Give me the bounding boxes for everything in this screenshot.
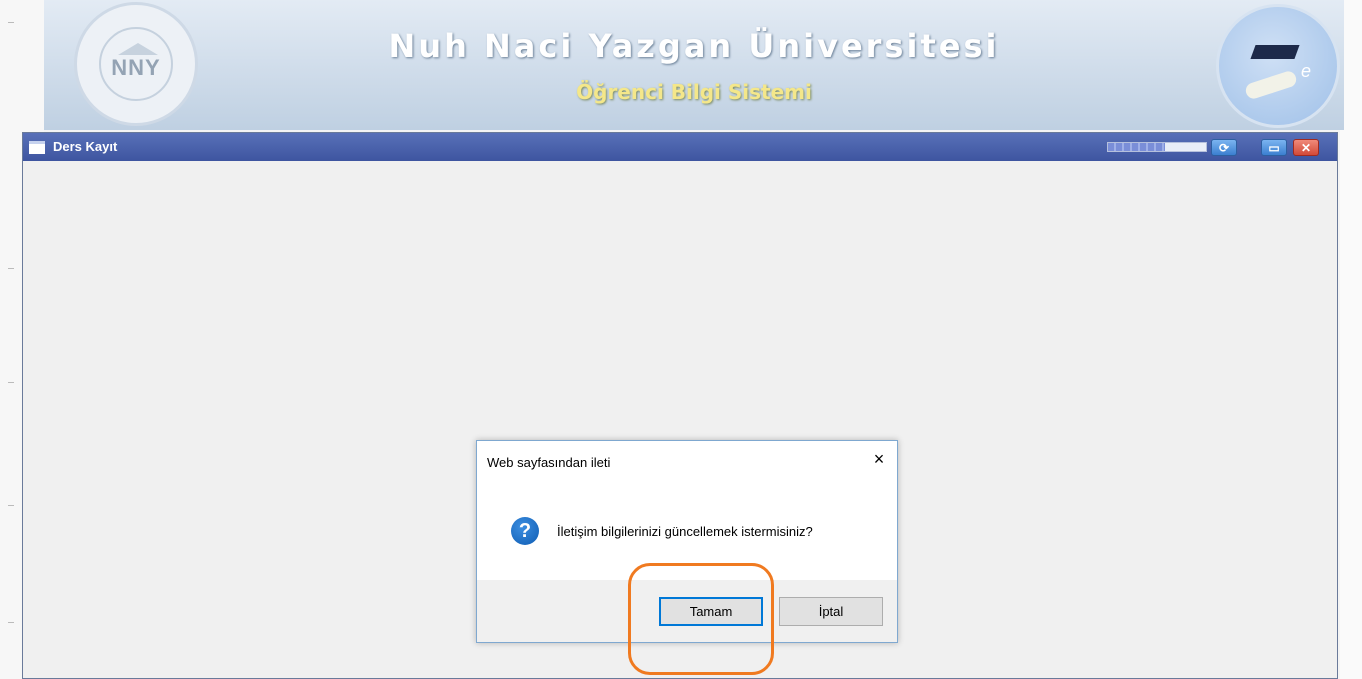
graduation-cap-icon [1250, 45, 1300, 59]
window-title: Ders Kayıt [53, 139, 118, 154]
page-title: Nuh Naci Yazgan Üniversitesi [388, 27, 1000, 65]
maximize-icon: ▭ [1268, 141, 1280, 155]
close-icon: ✕ [1300, 141, 1312, 155]
dialog-message: İletişim bilgilerinizi güncellemek ister… [557, 524, 813, 539]
dialog-title: Web sayfasından ileti [487, 455, 611, 470]
site-header: NNY Nuh Naci Yazgan Üniversitesi Öğrenci… [44, 0, 1344, 130]
maximize-button[interactable]: ▭ [1261, 139, 1287, 156]
e-learning-logo: e [1216, 4, 1340, 128]
gutter-mark [8, 505, 14, 506]
refresh-button[interactable]: ⟳ [1211, 139, 1237, 156]
page-subtitle: Öğrenci Bilgi Sistemi [576, 80, 812, 104]
diploma-icon [1243, 69, 1299, 101]
window-titlebar: Ders Kayıt ⟳ ▭ ✕ [23, 133, 1337, 161]
refresh-icon: ⟳ [1218, 141, 1230, 155]
highlight-annotation [628, 563, 774, 675]
close-window-button[interactable]: ✕ [1293, 139, 1319, 156]
gutter-mark [8, 622, 14, 623]
gutter-mark [8, 22, 14, 23]
window-icon [29, 141, 45, 154]
e-letter-icon: e [1301, 61, 1312, 81]
gutter-mark [8, 268, 14, 269]
progress-fill [1108, 143, 1165, 151]
cancel-button[interactable]: İptal [779, 597, 883, 626]
question-icon: ? [511, 517, 539, 545]
gutter-mark [8, 382, 14, 383]
loading-progress-bar [1107, 142, 1207, 152]
dialog-close-button[interactable]: × [869, 449, 889, 469]
